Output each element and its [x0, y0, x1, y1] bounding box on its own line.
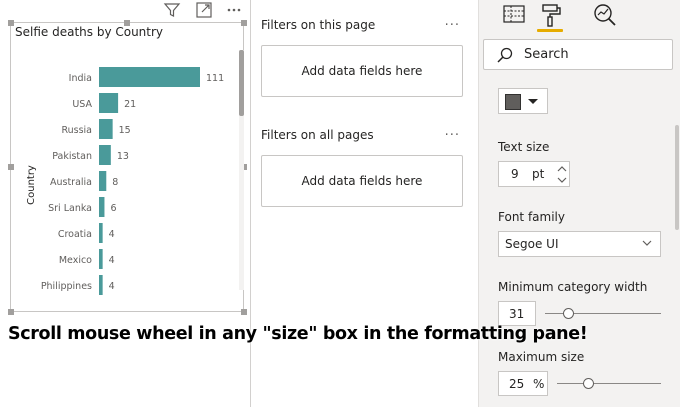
page-filter-drop-well[interactable]: Add data fields here: [261, 45, 463, 97]
min-category-width-input[interactable]: 31: [498, 301, 536, 326]
search-icon: [496, 46, 514, 68]
bar[interactable]: [99, 275, 103, 295]
data-label: 8: [112, 177, 118, 188]
bar-chart[interactable]: India 111 USA 21 Russia 15 Pakistan 13 Australia…: [0, 0, 250, 320]
data-label: 13: [117, 151, 129, 162]
chevron-down-icon: [528, 99, 538, 104]
bar[interactable]: [99, 171, 107, 191]
chart-scrollbar[interactable]: [239, 50, 244, 290]
max-size-label: Maximum size: [498, 350, 585, 364]
data-label: 111: [206, 73, 224, 84]
fields-icon[interactable]: [501, 2, 527, 28]
max-size-unit: %: [533, 377, 545, 391]
category-label: USA: [72, 99, 92, 110]
text-size-stepper[interactable]: 9 pt: [498, 161, 570, 187]
bar[interactable]: [99, 145, 111, 165]
analytics-icon[interactable]: [592, 2, 618, 28]
chart-scrollbar-thumb[interactable]: [239, 50, 244, 116]
report-canvas: Selfie deaths by Country Country India 11…: [0, 0, 250, 407]
chevron-up-icon[interactable]: [557, 165, 567, 175]
bar[interactable]: [99, 93, 119, 113]
category-label: Australia: [50, 177, 92, 188]
more-options-icon[interactable]: ···: [445, 128, 460, 143]
category-label: Croatia: [58, 229, 92, 240]
data-label: 6: [110, 203, 116, 214]
bar[interactable]: [99, 223, 103, 243]
data-label: 4: [109, 281, 115, 292]
more-options-icon[interactable]: ···: [445, 18, 460, 33]
pane-scrollbar[interactable]: [675, 125, 679, 230]
font-color-picker[interactable]: [498, 88, 548, 114]
category-label: Mexico: [59, 255, 92, 266]
chevron-down-icon: [642, 236, 652, 253]
overlay-caption: Scroll mouse wheel in any "size" box in …: [8, 324, 588, 344]
format-paint-roller-icon[interactable]: [537, 2, 563, 28]
max-size-slider[interactable]: [557, 383, 661, 384]
data-label: 4: [109, 229, 115, 240]
max-size-value: 25: [509, 377, 525, 391]
search-input[interactable]: Search: [483, 39, 673, 70]
category-label: Pakistan: [52, 151, 92, 162]
all-pages-filter-drop-well[interactable]: Add data fields here: [261, 155, 463, 207]
slider-thumb[interactable]: [563, 308, 575, 319]
search-placeholder: Search: [524, 47, 569, 62]
category-label: India: [69, 73, 92, 84]
text-size-unit: pt: [532, 167, 545, 181]
text-size-value: 9: [511, 167, 519, 181]
font-family-dropdown[interactable]: Segoe UI: [498, 231, 661, 257]
bar[interactable]: [99, 249, 103, 269]
active-tab-indicator: [537, 29, 563, 32]
data-label: 21: [124, 99, 136, 110]
data-label: 4: [109, 255, 115, 266]
filters-pane: Filters on this page ··· Add data fields…: [250, 0, 478, 407]
category-label: Russia: [61, 125, 92, 136]
filters-on-page-title: Filters on this page: [261, 18, 376, 32]
bar[interactable]: [99, 197, 105, 217]
filters-on-all-pages-title: Filters on all pages: [261, 128, 374, 142]
max-size-input[interactable]: 25 %: [498, 371, 548, 396]
bar[interactable]: [99, 119, 113, 139]
chevron-down-icon[interactable]: [557, 176, 567, 186]
color-swatch: [505, 94, 521, 110]
font-family-label: Font family: [498, 210, 565, 224]
category-label: Philippines: [41, 281, 92, 292]
bar[interactable]: [99, 67, 200, 87]
category-label: Sri Lanka: [48, 203, 92, 214]
text-size-label: Text size: [498, 140, 550, 154]
data-label: 15: [119, 125, 131, 136]
min-category-width-value: 31: [509, 307, 525, 321]
min-category-width-label: Minimum category width: [498, 280, 648, 294]
visualizations-pane: Search Text size 9 pt Font family Segoe …: [478, 0, 680, 407]
slider-thumb[interactable]: [583, 378, 595, 389]
font-family-value: Segoe UI: [505, 237, 559, 251]
